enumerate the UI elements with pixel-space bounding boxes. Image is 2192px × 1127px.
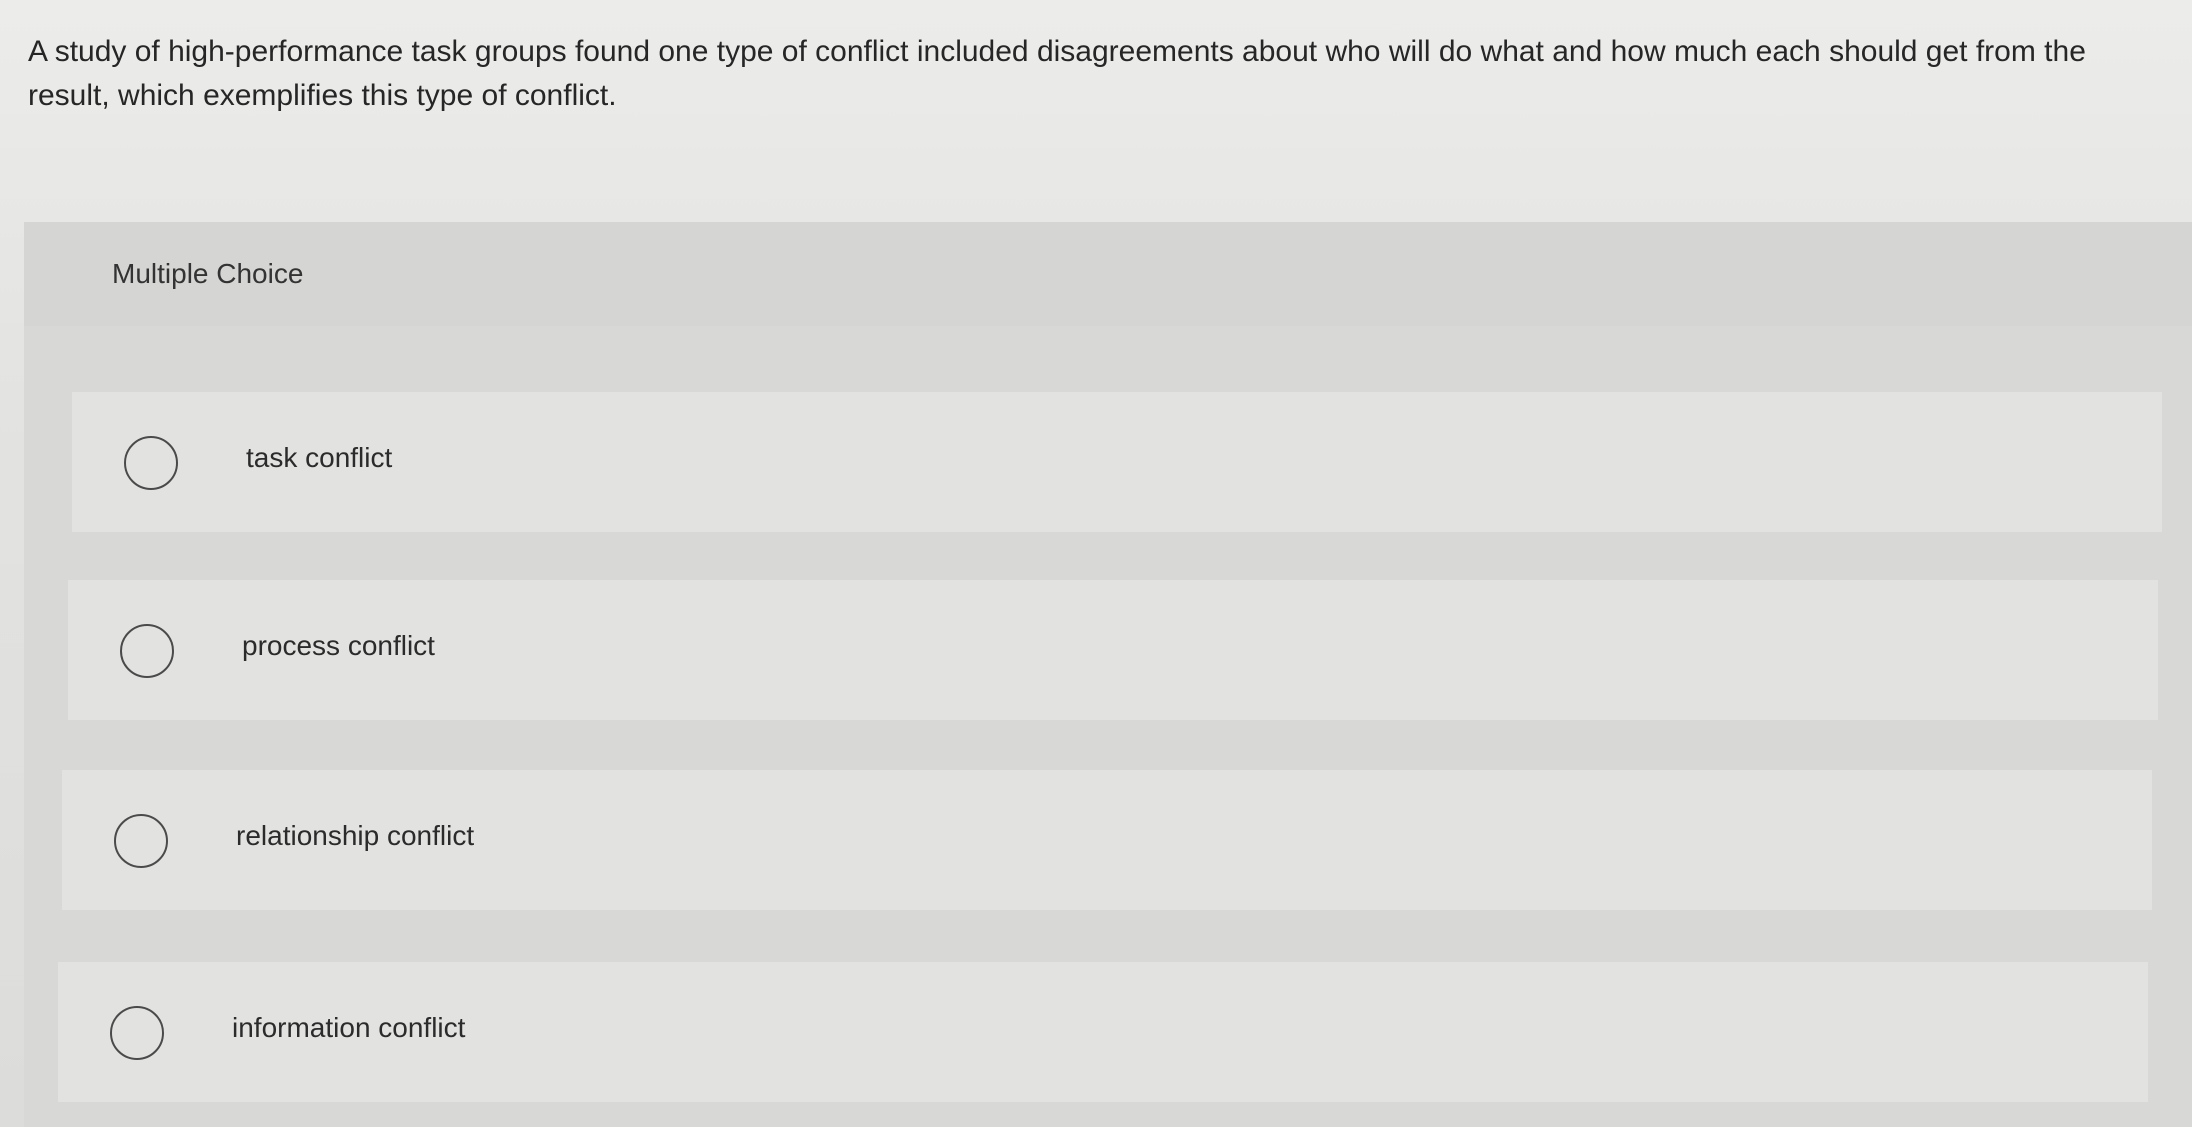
option-label: process conflict bbox=[242, 630, 435, 661]
option-label: information conflict bbox=[232, 1012, 466, 1043]
answer-option-task-conflict[interactable]: task conflict bbox=[72, 392, 2162, 532]
radio-button[interactable] bbox=[120, 624, 174, 678]
option-label: relationship conflict bbox=[236, 820, 475, 851]
answer-option-information-conflict[interactable]: information conflict bbox=[58, 962, 2148, 1102]
multiple-choice-label: Multiple Choice bbox=[112, 258, 304, 289]
radio-button[interactable] bbox=[124, 436, 178, 490]
multiple-choice-header: Multiple Choice bbox=[24, 222, 2192, 326]
answer-option-process-conflict[interactable]: process conflict bbox=[68, 580, 2158, 720]
radio-button[interactable] bbox=[114, 814, 168, 868]
option-label: task conflict bbox=[246, 442, 393, 473]
question-text: A study of high-performance task groups … bbox=[28, 35, 2086, 112]
answer-option-relationship-conflict[interactable]: relationship conflict bbox=[62, 770, 2152, 910]
radio-button[interactable] bbox=[110, 1006, 164, 1060]
multiple-choice-panel: Multiple Choice task conflict process co… bbox=[24, 222, 2192, 1127]
